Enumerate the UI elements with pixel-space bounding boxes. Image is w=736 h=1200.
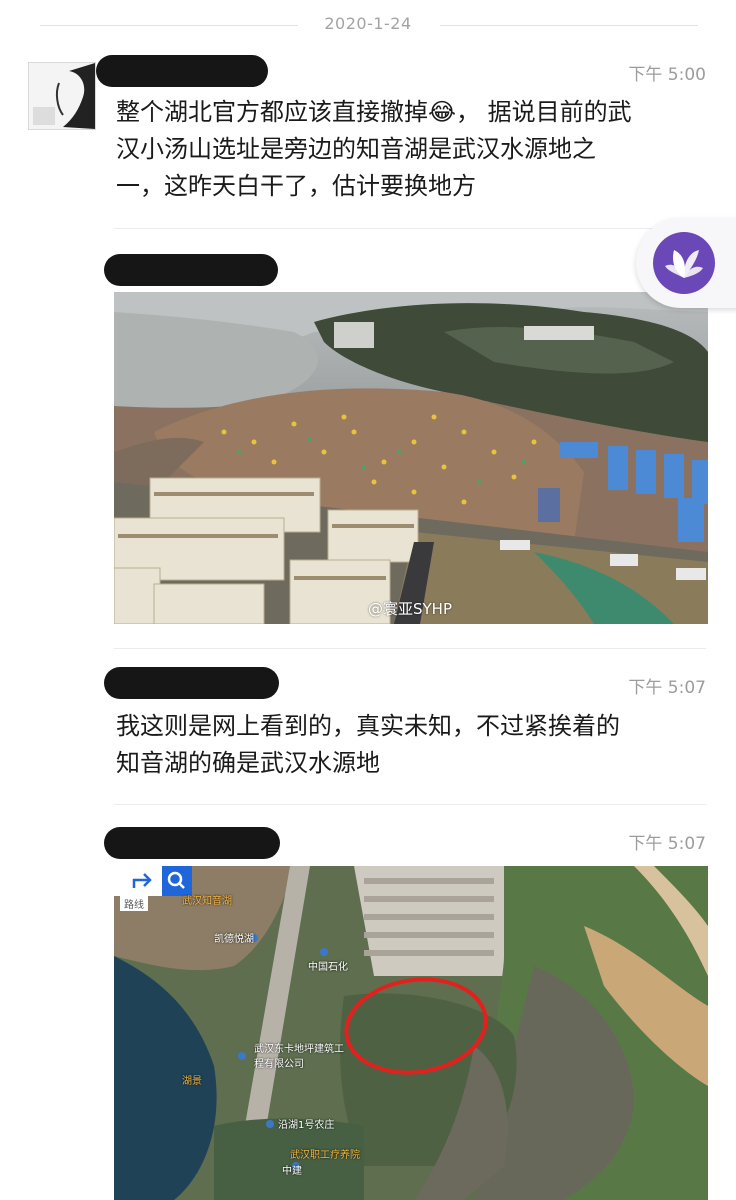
map-label: 凯德悦湖 bbox=[214, 934, 254, 945]
route-button[interactable] bbox=[114, 866, 162, 896]
date-divider-text: 2020-1-24 bbox=[324, 14, 412, 33]
divider-line-left bbox=[40, 25, 298, 26]
message-time: 下午 5:07 bbox=[628, 678, 706, 698]
message-line: 汉小汤山选址是旁边的知音湖是武汉水源地之 bbox=[116, 135, 596, 163]
map-screenshot[interactable]: 路线 武汉知音湖 凯德悦湖 中国石化 武汉东卡地坪建筑工程有限公司 湖景 沿湖1… bbox=[114, 866, 708, 1200]
message-separator bbox=[114, 648, 706, 649]
map-label: 武汉知音湖 bbox=[182, 896, 232, 907]
map-label: 中建 bbox=[282, 1166, 302, 1177]
message-line: 我这则是网上看到的，真实未知，不过紧挨着的 bbox=[116, 712, 620, 740]
divider-line-right bbox=[440, 25, 698, 26]
avatar[interactable] bbox=[28, 62, 96, 130]
message-text: 整个湖北官方都应该直接撤掉😂， 据说目前的武 汉小汤山选址是旁边的知音湖是武汉水… bbox=[116, 94, 632, 205]
sender-name-redacted[interactable] bbox=[104, 827, 280, 859]
map-toolbar bbox=[114, 866, 192, 896]
message-line: 知音湖的确是武汉水源地 bbox=[116, 749, 380, 777]
date-divider: 2020-1-24 bbox=[0, 6, 736, 46]
map-label: 中国石化 bbox=[308, 962, 348, 973]
message-line: 一，这昨天白干了，估计要换地方 bbox=[116, 172, 476, 200]
message-separator bbox=[114, 228, 706, 229]
message-separator bbox=[114, 804, 706, 805]
message-text: 我这则是网上看到的，真实未知，不过紧挨着的 知音湖的确是武汉水源地 bbox=[116, 708, 620, 782]
floating-assistant-button[interactable] bbox=[636, 218, 736, 308]
map-label: 沿湖1号农庄 bbox=[278, 1120, 335, 1131]
map-label: 武汉职工疗养院 bbox=[290, 1150, 360, 1161]
construction-site-photo[interactable] bbox=[114, 292, 708, 624]
message-line: 整个湖北官方都应该直接撤掉😂， 据说目前的武 bbox=[116, 98, 632, 126]
leaf-icon bbox=[653, 232, 715, 294]
sender-name-redacted[interactable] bbox=[104, 254, 278, 286]
sender-name-redacted[interactable] bbox=[96, 55, 268, 87]
map-label: 武汉东卡地坪建筑工程有限公司 bbox=[254, 1044, 344, 1070]
route-label: 路线 bbox=[120, 896, 148, 911]
message-time: 下午 5:00 bbox=[628, 65, 706, 85]
message-time: 下午 5:07 bbox=[628, 834, 706, 854]
sender-name-redacted[interactable] bbox=[104, 667, 279, 699]
photo-watermark: @寰亚SYHP bbox=[368, 600, 453, 618]
map-label: 湖景 bbox=[182, 1076, 202, 1087]
